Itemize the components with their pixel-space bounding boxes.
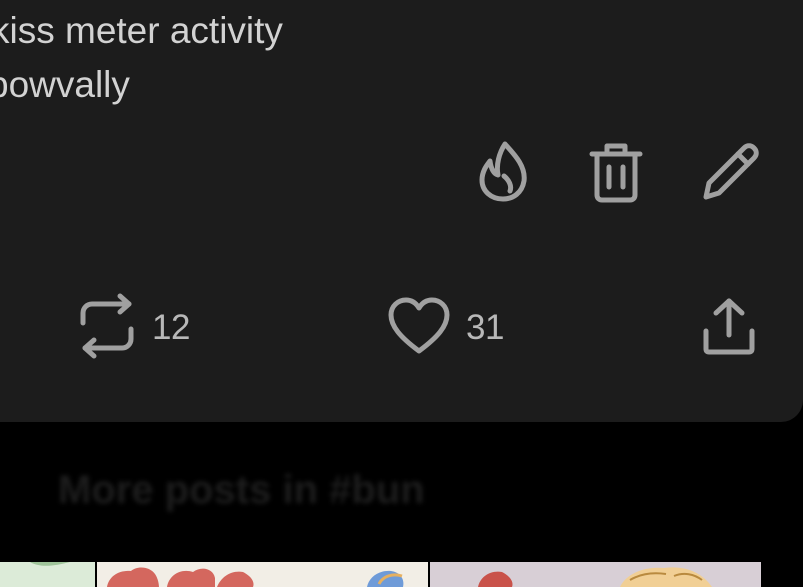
dashboard-page: kiss meter activity bowvally 12 31 More … [0,0,803,587]
more-posts-grid [0,562,803,587]
post-thumbnail[interactable] [97,562,428,587]
edit-icon[interactable] [700,140,762,202]
share-icon [700,295,758,362]
delete-icon[interactable] [588,140,644,204]
like-button[interactable]: 31 [388,295,504,361]
post-tag[interactable]: kiss meter activity [0,9,283,53]
heart-icon [388,295,450,362]
post-owner-actions [470,140,770,204]
post-tag[interactable]: bowvally [0,63,130,107]
reblog-count: 12 [152,308,190,347]
share-button[interactable] [700,295,758,361]
post-thumbnail[interactable] [0,562,95,587]
reblog-button[interactable]: 12 [78,293,190,364]
blaze-icon[interactable] [474,140,532,202]
more-posts-heading: More posts in #bun [58,468,425,512]
reblog-icon [78,293,136,364]
post-card: kiss meter activity bowvally 12 31 [0,0,803,422]
like-count: 31 [466,308,504,347]
post-thumbnail[interactable] [430,562,761,587]
post-footer: 12 31 [0,293,803,365]
